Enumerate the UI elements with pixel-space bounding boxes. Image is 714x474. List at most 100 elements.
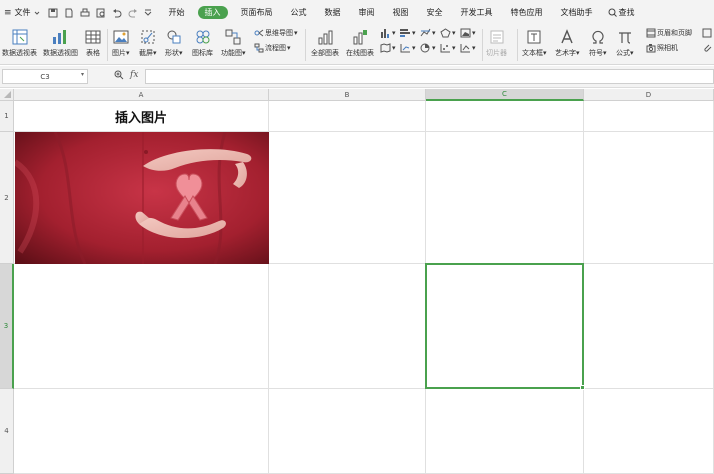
column-header-c[interactable]: C: [426, 89, 584, 101]
cell-d4[interactable]: [584, 389, 714, 474]
output-pdf-icon[interactable]: [64, 8, 74, 18]
column-header-a[interactable]: A: [14, 89, 269, 101]
pivot-table-button[interactable]: 数据透视表: [2, 27, 37, 58]
table-label: 表格: [86, 49, 100, 57]
symbol-button[interactable]: 符号▾: [589, 27, 607, 58]
select-all-corner[interactable]: [0, 89, 14, 101]
column-header-b[interactable]: B: [269, 89, 426, 101]
cell-a1[interactable]: 插入图片: [14, 101, 269, 132]
cell-d3[interactable]: [584, 264, 714, 389]
flowchart-label: 流程图: [265, 44, 286, 52]
cell-b1[interactable]: [269, 101, 426, 132]
stock-chart-button[interactable]: ▾: [400, 43, 416, 53]
table-button[interactable]: 表格: [85, 27, 101, 58]
attachment-button[interactable]: [702, 43, 712, 53]
tab-page-layout[interactable]: 页面布局: [232, 0, 282, 25]
tab-security[interactable]: 安全: [418, 0, 452, 25]
header-footer-icon: [646, 28, 656, 38]
row-header-4[interactable]: 4: [0, 389, 14, 474]
file-menu[interactable]: ≡ 文件: [0, 0, 40, 25]
formula-button[interactable]: 公式▾: [616, 27, 634, 58]
picture-button[interactable]: 图片▾: [112, 27, 130, 58]
inserted-picture[interactable]: [15, 132, 269, 264]
map-chart-dropdown-icon: ▾: [392, 44, 396, 52]
tab-data[interactable]: 数据: [316, 0, 350, 25]
ribbon-overflow-button[interactable]: [702, 28, 712, 38]
art-text-button[interactable]: 艺术字▾: [555, 27, 580, 58]
pie-chart-button[interactable]: ▾: [420, 43, 436, 53]
print-preview-icon[interactable]: [96, 8, 106, 18]
pivot-chart-button[interactable]: 数据透视图: [43, 27, 78, 58]
tab-developer[interactable]: 开发工具: [452, 0, 502, 25]
screenshot-button[interactable]: 截屏▾: [139, 27, 157, 58]
all-charts-button[interactable]: 全部图表: [311, 27, 339, 58]
text-box-icon: [527, 30, 541, 44]
undo-icon[interactable]: [112, 8, 122, 18]
cell-c2[interactable]: [426, 132, 584, 264]
tab-insert[interactable]: 插入: [197, 6, 228, 19]
header-footer-button[interactable]: 页眉和页脚: [646, 28, 692, 38]
customize-quick-access-icon[interactable]: [144, 9, 152, 17]
scatter-chart-button[interactable]: ▾: [440, 43, 456, 53]
tab-review[interactable]: 审阅: [350, 0, 384, 25]
cell-d1[interactable]: [584, 101, 714, 132]
picture-icon: [113, 30, 129, 44]
pi-icon: [618, 32, 631, 44]
insert-function-button[interactable]: fx: [130, 70, 138, 80]
slicer-button[interactable]: 切片器: [486, 27, 507, 58]
cell-b3[interactable]: [269, 264, 426, 389]
screenshot-label: 截屏: [139, 49, 153, 57]
map-chart-button[interactable]: ▾: [380, 43, 396, 53]
tab-doc-assistant[interactable]: 文档助手: [552, 0, 602, 25]
menu-icon: ≡: [4, 7, 12, 18]
name-box[interactable]: C3 ▾: [2, 69, 88, 84]
fill-handle[interactable]: [580, 385, 585, 390]
tab-formulas[interactable]: 公式: [282, 0, 316, 25]
shapes-button[interactable]: 形状▾: [165, 27, 183, 58]
line-chart-icon: [420, 28, 431, 37]
ribbon-divider: [482, 29, 483, 61]
row-header-2[interactable]: 2: [0, 132, 14, 264]
row-header-1[interactable]: 1: [0, 101, 14, 132]
combo-chart-button[interactable]: ▾: [460, 43, 476, 53]
shapes-dropdown-icon: ▾: [179, 49, 183, 57]
active-cell-border: [425, 263, 584, 389]
online-charts-button[interactable]: 在线图表: [346, 27, 374, 58]
formula-label: 公式: [616, 49, 630, 57]
formula-input[interactable]: [145, 69, 714, 84]
function-chart-button[interactable]: 功能图▾: [221, 27, 246, 58]
cell-b4[interactable]: [269, 389, 426, 474]
print-icon[interactable]: [80, 8, 90, 18]
tab-view[interactable]: 视图: [384, 0, 418, 25]
camera-button[interactable]: 照相机: [646, 43, 678, 53]
art-text-dropdown-icon: ▾: [576, 49, 580, 57]
cell-c1[interactable]: [426, 101, 584, 132]
tab-home[interactable]: 开始: [160, 0, 194, 25]
column-header-d[interactable]: D: [584, 89, 714, 101]
zoom-formula-icon[interactable]: [114, 70, 124, 80]
mind-map-button[interactable]: 思维导图 ▾: [254, 28, 298, 38]
line-chart-dropdown-icon: ▾: [432, 29, 436, 37]
name-box-dropdown-icon[interactable]: ▾: [81, 71, 84, 78]
text-box-button[interactable]: 文本框▾: [522, 27, 547, 58]
tab-special-apps[interactable]: 特色应用: [502, 0, 552, 25]
bar-chart-button[interactable]: ▾: [400, 28, 416, 38]
cell-a4[interactable]: [14, 389, 269, 474]
row-header-3[interactable]: 3: [0, 264, 14, 389]
radar-chart-button[interactable]: ▾: [440, 28, 456, 38]
line-chart-button[interactable]: ▾: [420, 28, 436, 38]
area-chart-button[interactable]: ▾: [460, 28, 476, 38]
search-button[interactable]: 查找: [602, 7, 635, 18]
flowchart-button[interactable]: 流程图 ▾: [254, 43, 291, 53]
column-chart-button[interactable]: ▾: [380, 28, 396, 38]
cell-c4[interactable]: [426, 389, 584, 474]
combo-chart-icon: [460, 44, 470, 53]
icon-library-button[interactable]: 图标库: [192, 27, 213, 58]
art-text-label: 艺术字: [555, 49, 576, 57]
save-icon[interactable]: [48, 8, 58, 18]
cell-a3[interactable]: [14, 264, 269, 389]
redo-icon[interactable]: [128, 8, 138, 18]
cell-b2[interactable]: [269, 132, 426, 264]
name-box-value: C3: [40, 72, 50, 81]
cell-d2[interactable]: [584, 132, 714, 264]
